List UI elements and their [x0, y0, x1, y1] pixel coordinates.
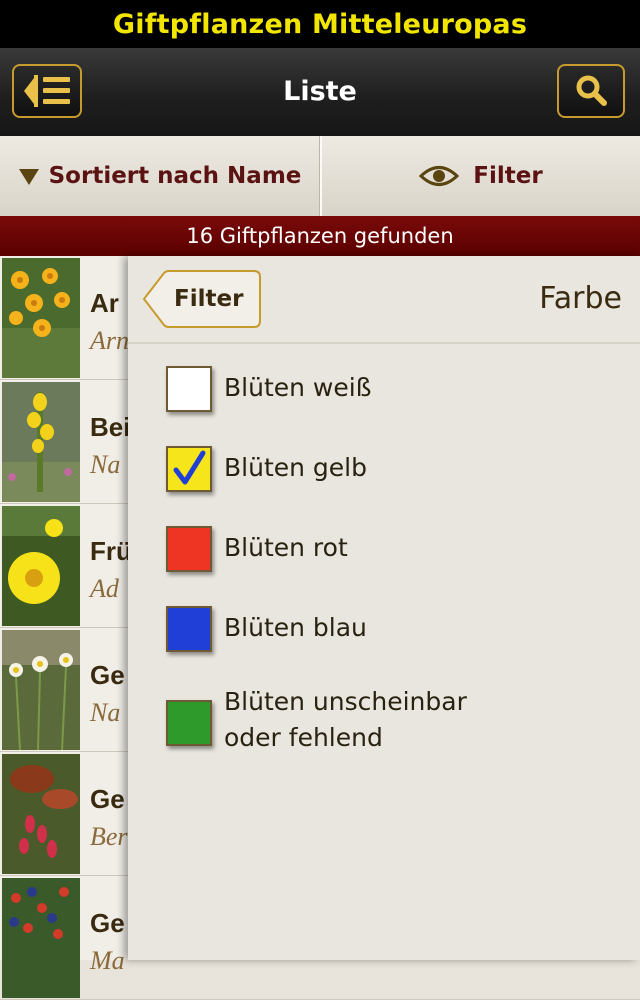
app-title-banner: Giftpflanzen Mitteleuropas — [0, 0, 640, 48]
filter-option-green[interactable]: Blüten unscheinbar oder fehlend — [166, 687, 626, 780]
plant-name: Frü — [90, 536, 132, 566]
filter-option-label: Blüten unscheinbar oder fehlend — [224, 687, 467, 752]
filter-option-label: Blüten blau — [224, 613, 367, 642]
plant-latin-name: Ad — [90, 574, 119, 603]
plant-name: Ge — [90, 660, 125, 690]
checkbox[interactable] — [166, 366, 212, 412]
filter-button[interactable]: Filter — [322, 136, 640, 216]
filter-option-yellow[interactable]: Blüten gelb — [166, 446, 626, 500]
plant-name: Ge — [90, 784, 125, 814]
filter-panel-header: Filter Farbe — [128, 256, 640, 344]
plant-thumbnail — [2, 506, 80, 626]
eye-icon — [419, 166, 460, 186]
checkmark-icon — [173, 450, 206, 485]
sort-label: Sortiert nach Name — [48, 163, 302, 189]
filter-back-button[interactable]: Filter — [142, 270, 262, 328]
filter-option-blue[interactable]: Blüten blau — [166, 606, 626, 660]
plant-thumbnail — [2, 754, 80, 874]
filter-option-red[interactable]: Blüten rot — [166, 526, 626, 580]
checkbox[interactable] — [166, 700, 212, 746]
plant-latin-name: Ber — [90, 822, 128, 851]
navigation-bar: Liste — [0, 48, 640, 136]
search-button[interactable] — [557, 64, 625, 118]
plant-latin-name: Arn — [90, 326, 129, 355]
page-title: Liste — [283, 76, 357, 107]
filter-panel-title: Farbe — [539, 281, 622, 316]
sort-button[interactable]: Sortiert nach Name — [0, 136, 320, 216]
filter-option-label: Blüten gelb — [224, 453, 367, 482]
triangle-down-icon — [18, 169, 39, 185]
plant-latin-name: Ma — [90, 946, 125, 975]
plant-thumbnail — [2, 630, 80, 750]
checkbox[interactable] — [166, 606, 212, 652]
plant-latin-name: Na — [90, 450, 121, 479]
filter-panel: Filter Farbe Blüten weiß Blüten gelb Blü… — [128, 256, 640, 960]
sort-filter-toolbar: Sortiert nach Name Filter — [0, 136, 640, 216]
plant-name: Ar — [90, 288, 119, 318]
search-icon — [576, 75, 607, 106]
plant-thumbnail — [2, 878, 80, 998]
plant-name: Bei — [90, 412, 131, 442]
result-count-bar: 16 Giftpflanzen gefunden — [0, 216, 640, 256]
filter-back-label: Filter — [174, 286, 244, 312]
plant-name: Ge — [90, 908, 125, 938]
plant-thumbnail — [2, 258, 80, 378]
checkbox[interactable] — [166, 446, 212, 492]
filter-label: Filter — [473, 163, 543, 189]
filter-option-label: Blüten rot — [224, 533, 348, 562]
filter-option-white[interactable]: Blüten weiß — [166, 366, 626, 420]
filter-option-label: Blüten weiß — [224, 373, 372, 402]
checkbox[interactable] — [166, 526, 212, 572]
plant-latin-name: Na — [90, 698, 121, 727]
plant-thumbnail — [2, 382, 80, 502]
